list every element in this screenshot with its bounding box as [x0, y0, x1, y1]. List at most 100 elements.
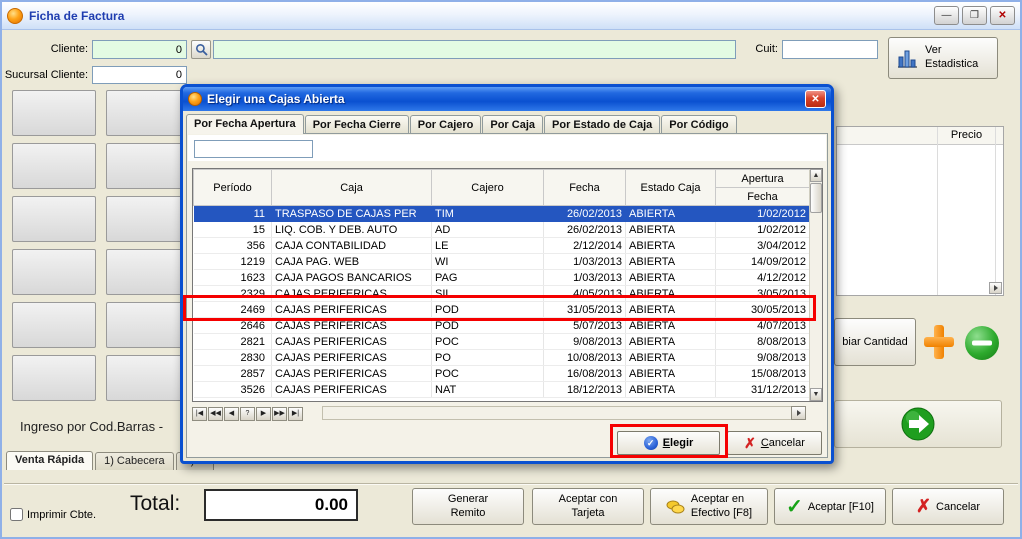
quick-item-button[interactable] [106, 249, 190, 295]
imprimir-cbte-checkbox[interactable] [10, 508, 23, 521]
table-row[interactable]: 3526 CAJAS PERIFERICAS NAT 18/12/2013 AB… [194, 382, 810, 398]
cajas-grid: Período Caja Cajero Fecha Estado Caja Ap… [192, 168, 823, 402]
main-tab[interactable]: 1) Cabecera [95, 452, 174, 470]
sucursal-cliente-field[interactable] [92, 66, 187, 84]
vertical-scrollbar[interactable]: ▲ ▼ [809, 169, 822, 401]
search-client-button[interactable] [191, 40, 211, 59]
cell-periodo: 356 [194, 238, 272, 254]
navigator-button[interactable]: |◀ [192, 407, 207, 421]
table-row[interactable]: 1623 CAJA PAGOS BANCARIOS PAG 1/03/2013 … [194, 270, 810, 286]
dialog-tab[interactable]: Por Cajero [410, 115, 482, 133]
table-row[interactable]: 2469 CAJAS PERIFERICAS POD 31/05/2013 AB… [194, 302, 810, 318]
quick-item-button[interactable] [12, 249, 96, 295]
quick-item-button[interactable] [12, 143, 96, 189]
green-check-icon: ✓ [786, 494, 803, 519]
cell-caja: CAJA CONTABILIDAD [272, 238, 432, 254]
navigator-button[interactable]: ▶| [288, 407, 303, 421]
col-header-periodo[interactable]: Período [194, 170, 272, 206]
quick-item-button[interactable] [106, 90, 190, 136]
dialog-tab[interactable]: Por Caja [482, 115, 543, 133]
quick-item-button[interactable] [12, 90, 96, 136]
cell-caja: CAJAS PERIFERICAS [272, 350, 432, 366]
cell-caja: CAJAS PERIFERICAS [272, 382, 432, 398]
dialog-tab[interactable]: Por Fecha Apertura [186, 114, 304, 134]
col-header-cajero[interactable]: Cajero [432, 170, 544, 206]
add-item-button[interactable] [920, 320, 958, 364]
quick-item-button[interactable] [106, 302, 190, 348]
aceptar-tarjeta-button[interactable]: Aceptar con Tarjeta [532, 488, 644, 525]
table-row[interactable]: 15 LIQ. COB. Y DEB. AUTO AD 26/02/2013 A… [194, 222, 810, 238]
col-header-fecha[interactable]: Fecha [544, 170, 626, 206]
col-header-apertura[interactable]: Apertura [716, 170, 810, 188]
quick-item-button[interactable] [12, 196, 96, 242]
close-icon: ✕ [998, 10, 1006, 21]
table-row[interactable]: 2857 CAJAS PERIFERICAS POC 16/08/2013 AB… [194, 366, 810, 382]
table-row[interactable]: 2830 CAJAS PERIFERICAS PO 10/08/2013 ABI… [194, 350, 810, 366]
quick-item-button[interactable] [12, 302, 96, 348]
cell-fecha: 18/12/2013 [544, 382, 626, 398]
col-header-apertura-fecha[interactable]: Fecha [716, 188, 810, 206]
table-row[interactable]: 1219 CAJA PAG. WEB WI 1/03/2013 ABIERTA … [194, 254, 810, 270]
scroll-down-icon[interactable]: ▼ [810, 388, 822, 401]
grid-divider [995, 127, 996, 295]
dialog-tab[interactable]: Por Código [661, 115, 736, 133]
remove-item-button[interactable] [962, 322, 1002, 364]
aceptar-efectivo-button[interactable]: Aceptar en Efectivo [F8] [650, 488, 768, 525]
table-row[interactable]: 11 TRASPASO DE CAJAS PER TIM 26/02/2013 … [194, 206, 810, 222]
dialog-body: Por Fecha AperturaPor Fecha CierrePor Ca… [183, 111, 831, 461]
cancelar-button[interactable]: ✗ Cancelar [892, 488, 1004, 525]
items-grid-header: Precio [837, 127, 1003, 145]
quick-item-button[interactable] [12, 355, 96, 401]
cambiar-cantidad-button[interactable]: biar Cantidad [834, 318, 916, 366]
cancelar-label: Cancelar [936, 501, 980, 513]
minimize-button[interactable]: — [934, 6, 959, 25]
generar-remito-button[interactable]: Generar Remito [412, 488, 524, 525]
cell-estado: ABIERTA [626, 302, 716, 318]
cell-periodo: 2329 [194, 286, 272, 302]
table-row[interactable]: 2646 CAJAS PERIFERICAS POD 5/07/2013 ABI… [194, 318, 810, 334]
cuit-field[interactable] [782, 40, 878, 59]
navigator-button[interactable]: ◀ [224, 407, 239, 421]
scrollbar-thumb[interactable] [810, 183, 822, 213]
close-icon: ✕ [811, 94, 819, 105]
maximize-button[interactable]: ❐ [962, 6, 987, 25]
cliente-code-field[interactable] [92, 40, 187, 59]
table-row[interactable]: 356 CAJA CONTABILIDAD LE 2/12/2014 ABIER… [194, 238, 810, 254]
navigator-button[interactable]: ▶ [256, 407, 271, 421]
quick-item-button[interactable] [106, 196, 190, 242]
cell-fecha: 26/02/2013 [544, 222, 626, 238]
quick-item-button[interactable] [106, 143, 190, 189]
dialog-cancelar-button[interactable]: ✗ Cancelar [727, 431, 822, 455]
aceptar-f10-button[interactable]: ✓ Aceptar [F10] [774, 488, 886, 525]
cell-estado: ABIERTA [626, 254, 716, 270]
main-tab[interactable]: Venta Rápida [6, 451, 93, 470]
navigator-button[interactable]: ? [240, 407, 255, 421]
navigator-button[interactable]: ▶▶ [272, 407, 287, 421]
elegir-button[interactable]: ✓ Elegir [617, 431, 720, 455]
col-header-caja[interactable]: Caja [272, 170, 432, 206]
horizontal-scrollbar[interactable] [322, 406, 806, 420]
close-button[interactable]: ✕ [990, 6, 1015, 25]
dialog-close-button[interactable]: ✕ [805, 90, 826, 108]
cell-periodo: 2821 [194, 334, 272, 350]
scroll-right-button[interactable] [791, 406, 806, 420]
dialog-tab[interactable]: Por Estado de Caja [544, 115, 660, 133]
cell-fecha: 1/03/2013 [544, 254, 626, 270]
table-row[interactable]: 2821 CAJAS PERIFERICAS POC 9/08/2013 ABI… [194, 334, 810, 350]
dialog-tab[interactable]: Por Fecha Cierre [305, 115, 409, 133]
aceptar-f10-label: Aceptar [F10] [808, 501, 874, 513]
app-window: Ficha de Factura — ❐ ✕ Cliente: Cuit: Ve… [0, 0, 1022, 539]
navigator-button[interactable]: ◀◀ [208, 407, 223, 421]
quick-item-button[interactable] [106, 355, 190, 401]
total-field[interactable] [204, 489, 358, 521]
cliente-name-field[interactable] [213, 40, 736, 59]
col-header-estado[interactable]: Estado Caja [626, 170, 716, 206]
advance-button[interactable] [834, 400, 1002, 448]
ver-estadistica-button[interactable]: Ver Estadistica [888, 37, 998, 79]
table-row[interactable]: 2329 CAJAS PERIFERICAS SIL 4/05/2013 ABI… [194, 286, 810, 302]
scroll-up-icon[interactable]: ▲ [810, 169, 822, 182]
cell-cajero: POD [432, 302, 544, 318]
filter-input[interactable] [194, 140, 313, 158]
cell-fecha: 10/08/2013 [544, 350, 626, 366]
scroll-right-button[interactable] [989, 282, 1002, 294]
